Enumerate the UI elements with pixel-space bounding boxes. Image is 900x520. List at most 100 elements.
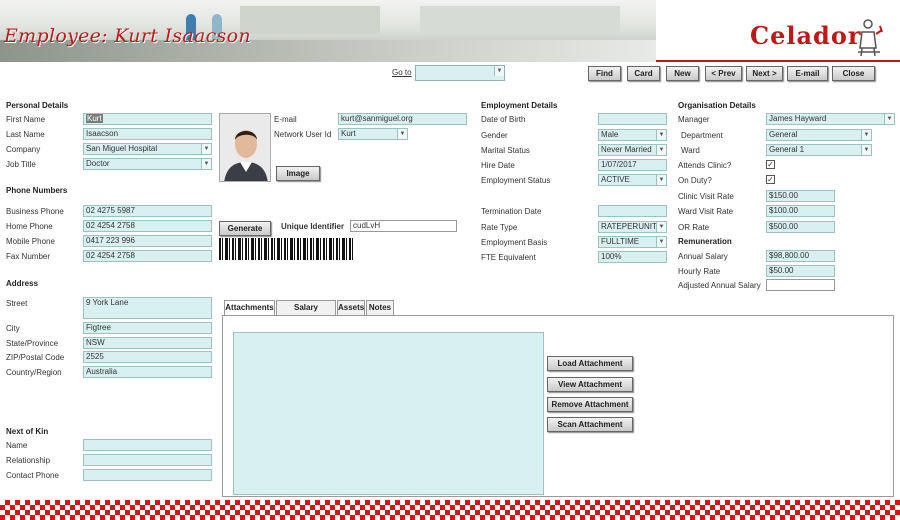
prev-button[interactable]: < Prev xyxy=(705,66,742,81)
marital-status-value: Never Married xyxy=(601,145,652,154)
fax-number-field[interactable]: 02 4254 2758 xyxy=(83,250,212,262)
chevron-down-icon[interactable]: ▼ xyxy=(656,175,666,185)
hourly-rate-field[interactable]: $50.00 xyxy=(766,265,835,277)
company-label: Company xyxy=(6,145,41,154)
close-button[interactable]: Close xyxy=(832,66,875,81)
first-name-value: Kurt xyxy=(86,114,103,123)
view-attachment-button[interactable]: View Attachment xyxy=(547,377,633,392)
zip-label: ZIP/Postal Code xyxy=(6,353,65,362)
street-field[interactable]: 9 York Lane xyxy=(83,297,212,319)
kin-contact-field[interactable] xyxy=(83,469,212,481)
job-title-select[interactable]: Doctor ▼ xyxy=(83,158,212,170)
medical-staff-icon xyxy=(858,19,883,57)
image-button[interactable]: Image xyxy=(276,166,320,181)
employment-status-select[interactable]: ACTIVE ▼ xyxy=(598,174,667,186)
employment-status-label: Employment Status xyxy=(481,176,551,185)
chevron-down-icon[interactable]: ▼ xyxy=(397,129,407,139)
ward-visit-rate-field[interactable]: $100.00 xyxy=(766,205,835,217)
department-select[interactable]: General ▼ xyxy=(766,129,872,141)
tab-attachments[interactable]: Attachments xyxy=(224,300,275,316)
or-rate-label: OR Rate xyxy=(678,223,710,232)
zip-field[interactable]: 2525 xyxy=(83,351,212,363)
fte-field[interactable]: 100% xyxy=(598,251,667,263)
adjusted-salary-label: Adjusted Annual Salary xyxy=(678,281,761,290)
employment-status-value: ACTIVE xyxy=(601,175,630,184)
tab-notes[interactable]: Notes xyxy=(366,300,394,315)
ward-label: Ward xyxy=(681,146,700,155)
scan-attachment-button[interactable]: Scan Attachment xyxy=(547,417,633,432)
business-phone-label: Business Phone xyxy=(6,207,64,216)
card-button[interactable]: Card xyxy=(627,66,660,81)
chevron-down-icon[interactable]: ▼ xyxy=(656,222,666,232)
generate-button[interactable]: Generate xyxy=(219,221,271,236)
tab-assets[interactable]: Assets xyxy=(337,300,365,315)
celador-logo: Celador xyxy=(750,21,862,50)
state-field[interactable]: NSW xyxy=(83,337,212,349)
mobile-phone-field[interactable]: 0417 223 996 xyxy=(83,235,212,247)
chevron-down-icon[interactable]: ▼ xyxy=(494,66,504,76)
chevron-down-icon[interactable]: ▼ xyxy=(656,130,666,140)
email-button[interactable]: E-mail xyxy=(787,66,828,81)
manager-select[interactable]: James Hayward ▼ xyxy=(766,113,895,125)
manager-value: James Hayward xyxy=(769,114,827,123)
employment-basis-select[interactable]: FULLTIME ▼ xyxy=(598,236,667,248)
hire-date-field[interactable]: 1/07/2017 xyxy=(598,159,667,171)
goto-select[interactable]: ▼ xyxy=(415,65,505,81)
mobile-phone-label: Mobile Phone xyxy=(6,237,55,246)
or-rate-field[interactable]: $500.00 xyxy=(766,221,835,233)
department-value: General xyxy=(769,130,798,139)
home-phone-field[interactable]: 02 4254 2758 xyxy=(83,220,212,232)
chevron-down-icon[interactable]: ▼ xyxy=(861,145,871,155)
gender-label: Gender xyxy=(481,131,508,140)
email-label: E-mail xyxy=(274,115,297,124)
employment-basis-label: Employment Basis xyxy=(481,238,548,247)
business-phone-field[interactable]: 02 4275 5987 xyxy=(83,205,212,217)
employee-portrait-icon xyxy=(220,114,270,181)
annual-salary-field[interactable]: $98,800.00 xyxy=(766,250,835,262)
city-field[interactable]: Figtree xyxy=(83,322,212,334)
adjusted-salary-field[interactable] xyxy=(766,279,835,291)
address-heading: Address xyxy=(6,279,39,288)
company-select[interactable]: San Miguel Hospital ▼ xyxy=(83,143,212,155)
rate-type-select[interactable]: RATEPERUNIT ▼ xyxy=(598,221,667,233)
chevron-down-icon[interactable]: ▼ xyxy=(201,144,211,154)
remove-attachment-button[interactable]: Remove Attachment xyxy=(547,397,633,412)
clinic-visit-rate-label: Clinic Visit Rate xyxy=(678,192,734,201)
last-name-field[interactable]: Isaacson xyxy=(83,128,212,140)
kin-name-field[interactable] xyxy=(83,439,212,451)
chevron-down-icon[interactable]: ▼ xyxy=(656,145,666,155)
dob-field[interactable] xyxy=(598,113,667,125)
gender-select[interactable]: Male ▼ xyxy=(598,129,667,141)
attends-clinic-checkbox[interactable]: ✓ xyxy=(766,160,775,169)
chevron-down-icon[interactable]: ▼ xyxy=(201,159,211,169)
first-name-field[interactable]: Kurt xyxy=(83,113,212,125)
network-user-select[interactable]: Kurt ▼ xyxy=(338,128,408,140)
remuneration-heading: Remuneration xyxy=(678,237,732,246)
hire-date-label: Hire Date xyxy=(481,161,515,170)
job-title-value: Doctor xyxy=(86,159,110,168)
find-button[interactable]: Find xyxy=(588,66,621,81)
new-button[interactable]: New xyxy=(666,66,699,81)
chevron-down-icon[interactable]: ▼ xyxy=(656,237,666,247)
on-duty-checkbox[interactable]: ✓ xyxy=(766,175,775,184)
ward-value: General 1 xyxy=(769,145,805,154)
chevron-down-icon[interactable]: ▼ xyxy=(884,114,894,124)
country-field[interactable]: Australia xyxy=(83,366,212,378)
load-attachment-button[interactable]: Load Attachment xyxy=(547,356,633,371)
marital-status-select[interactable]: Never Married ▼ xyxy=(598,144,667,156)
personal-details-heading: Personal Details xyxy=(6,101,69,110)
rate-type-label: Rate Type xyxy=(481,223,518,232)
network-user-value: Kurt xyxy=(341,129,356,138)
unique-identifier-field[interactable]: cudLvH xyxy=(350,220,457,232)
next-button[interactable]: Next > xyxy=(746,66,783,81)
city-label: City xyxy=(6,324,20,333)
attachment-list[interactable] xyxy=(233,332,544,495)
tab-salary-package[interactable]: Salary Package xyxy=(276,300,336,325)
header-banner: Employee: Kurt Isaacson Celador xyxy=(0,0,900,62)
chevron-down-icon[interactable]: ▼ xyxy=(861,130,871,140)
kin-relationship-field[interactable] xyxy=(83,454,212,466)
clinic-visit-rate-field[interactable]: $150.00 xyxy=(766,190,835,202)
termination-date-field[interactable] xyxy=(598,205,667,217)
ward-select[interactable]: General 1 ▼ xyxy=(766,144,872,156)
email-field[interactable]: kurt@sanmiguel.org xyxy=(338,113,467,125)
